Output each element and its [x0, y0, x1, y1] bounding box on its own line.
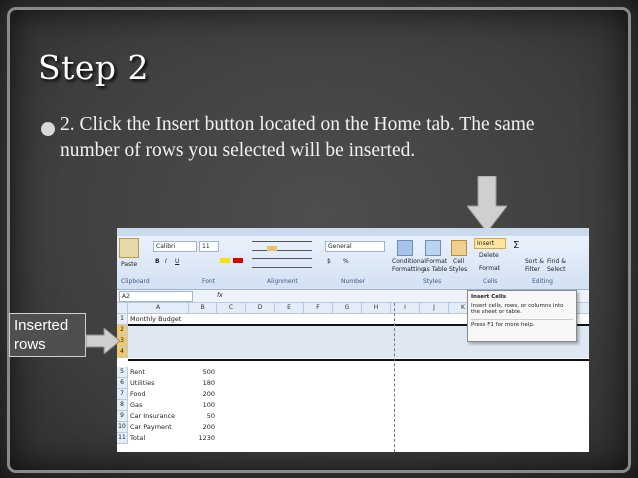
cell-styles-label[interactable]: Styles — [449, 266, 467, 273]
col-header[interactable]: E — [275, 303, 304, 314]
right-arrow-icon — [86, 328, 120, 354]
inserted-rows-callout: Inserted rows — [9, 313, 86, 357]
select-all[interactable] — [117, 303, 128, 314]
clipboard-label: Clipboard — [121, 278, 150, 285]
col-header[interactable]: C — [217, 303, 246, 314]
down-arrow-icon — [467, 176, 507, 232]
fill-color-icon[interactable] — [220, 258, 230, 263]
cells-label: Cells — [483, 278, 498, 285]
number-label: Number — [341, 278, 366, 285]
font-name-box[interactable]: Calibri — [153, 241, 197, 252]
page-break-line — [394, 303, 396, 452]
col-header[interactable]: A — [128, 303, 189, 314]
styles-label: Styles — [423, 278, 442, 285]
sort-button[interactable]: Sort & — [525, 258, 544, 265]
font-label: Font — [202, 278, 216, 285]
conditional-label[interactable]: Conditional — [392, 258, 426, 265]
paste-button[interactable]: Paste — [121, 261, 137, 268]
cell-b[interactable]: 180 — [189, 378, 215, 388]
format-cells-button[interactable]: Format — [479, 265, 500, 272]
cell-a[interactable]: Total — [130, 433, 145, 443]
insert-cells-tooltip: Insert Cells Insert cells, rows, or colu… — [467, 290, 577, 342]
find-button[interactable]: Find & — [547, 258, 566, 265]
as-table-label[interactable]: as Table — [423, 266, 447, 273]
bullet-text: 2. Click the Insert button located on th… — [60, 114, 535, 161]
cell-a[interactable]: Car Insurance — [130, 411, 175, 421]
cell-b[interactable]: 50 — [189, 411, 215, 421]
cell-b[interactable]: 1230 — [189, 433, 215, 443]
align-top-icon[interactable] — [252, 241, 312, 251]
cell-a[interactable]: Rent — [130, 367, 145, 377]
cell-b[interactable]: 100 — [189, 400, 215, 410]
tooltip-title: Insert Cells — [471, 294, 507, 300]
cell-b[interactable]: 500 — [189, 367, 215, 377]
cell-a[interactable]: Car Payment — [130, 422, 172, 432]
italic-button[interactable]: I — [165, 258, 167, 265]
select-button[interactable]: Select — [547, 266, 566, 273]
row-header[interactable]: 8 — [117, 400, 128, 411]
underline-button[interactable]: U — [175, 258, 179, 265]
tooltip-help: Press F1 for more help. — [471, 319, 573, 328]
col-header[interactable]: J — [420, 303, 449, 314]
paste-icon[interactable] — [119, 238, 139, 258]
format-as-table-icon[interactable] — [425, 240, 441, 256]
bold-button[interactable]: B — [155, 258, 160, 265]
bullet-dot-icon — [41, 122, 55, 136]
format-table-label[interactable]: Format — [426, 258, 447, 265]
col-header[interactable]: F — [304, 303, 333, 314]
row-header[interactable]: 5 — [117, 367, 128, 378]
cell-a[interactable]: Gas — [130, 400, 142, 410]
row-header[interactable]: 6 — [117, 378, 128, 389]
col-header[interactable]: B — [189, 303, 217, 314]
filter-button[interactable]: Filter — [525, 266, 540, 273]
cell-a[interactable]: Food — [130, 389, 146, 399]
col-header[interactable]: H — [362, 303, 391, 314]
fx-icon[interactable]: fx — [217, 292, 223, 299]
font-color-icon[interactable] — [233, 258, 243, 263]
align-left-icon[interactable] — [252, 258, 312, 268]
excel-screenshot: Paste Clipboard Calibri 11 B I U Font Al… — [117, 228, 589, 452]
font-size-box[interactable]: 11 — [199, 241, 219, 252]
row-header[interactable]: 7 — [117, 389, 128, 400]
delete-button[interactable]: Delete — [479, 252, 499, 259]
autosum-icon[interactable]: Σ — [513, 240, 519, 251]
alignment-label: Alignment — [267, 278, 298, 285]
cell-styles-icon[interactable] — [451, 240, 467, 256]
ribbon: Paste Clipboard Calibri 11 B I U Font Al… — [117, 236, 589, 290]
editing-label: Editing — [532, 278, 553, 285]
col-header[interactable]: D — [246, 303, 275, 314]
name-box[interactable]: A2 — [119, 291, 193, 302]
wrap-text-icon[interactable] — [267, 246, 277, 251]
col-header[interactable]: G — [333, 303, 362, 314]
row-header[interactable]: 10 — [117, 422, 128, 433]
selection-bottom-border — [128, 359, 589, 361]
tooltip-body: Insert cells, rows, or columns into the … — [471, 303, 564, 315]
cell-a1[interactable]: Monthly Budget — [130, 314, 181, 324]
number-format-box[interactable]: General — [325, 241, 385, 252]
cell-label[interactable]: Cell — [453, 258, 464, 265]
percent-button[interactable]: % — [343, 258, 349, 265]
slide: Step 2 2. Click the Insert button locate… — [0, 0, 638, 478]
conditional-formatting-icon[interactable] — [397, 240, 413, 256]
slide-title: Step 2 — [38, 48, 150, 87]
cell-a[interactable]: Utilities — [130, 378, 154, 388]
ribbon-tabs — [117, 228, 589, 236]
cell-b[interactable]: 200 — [189, 389, 215, 399]
currency-button[interactable]: $ — [327, 258, 331, 265]
insert-button[interactable]: Insert — [474, 238, 506, 249]
formatting-label[interactable]: Formatting — [392, 266, 425, 273]
row-header[interactable]: 1 — [117, 314, 128, 325]
cell-b[interactable]: 200 — [189, 422, 215, 432]
row-header[interactable]: 9 — [117, 411, 128, 422]
row-header[interactable]: 11 — [117, 433, 128, 444]
